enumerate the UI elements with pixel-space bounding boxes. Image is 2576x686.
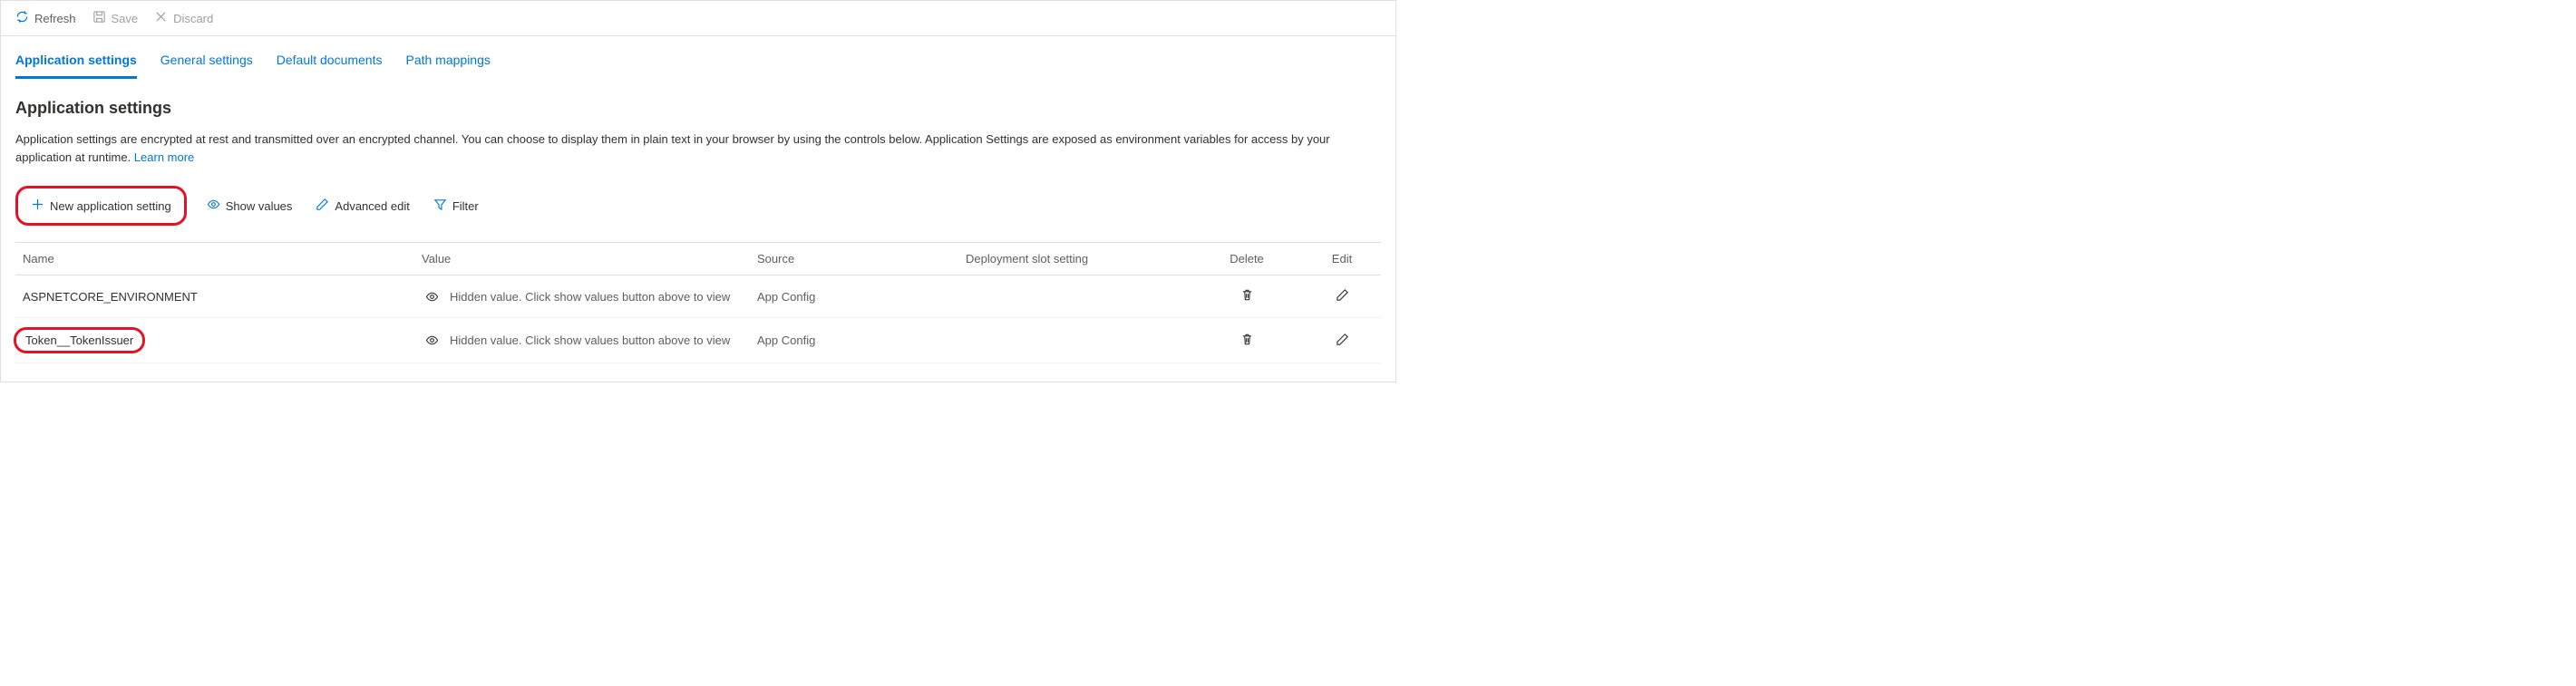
discard-button[interactable]: Discard: [154, 8, 213, 28]
new-setting-label: New application setting: [50, 199, 171, 213]
refresh-icon: [15, 10, 29, 26]
description-text: Application settings are encrypted at re…: [15, 130, 1381, 166]
new-application-setting-button[interactable]: New application setting: [27, 192, 175, 219]
edit-button[interactable]: [1332, 285, 1353, 308]
delete-button[interactable]: [1237, 329, 1258, 353]
col-slot: Deployment slot setting: [966, 252, 1192, 266]
close-icon: [154, 10, 168, 26]
discard-label: Discard: [173, 12, 213, 25]
delete-button[interactable]: [1237, 285, 1258, 308]
col-source: Source: [757, 252, 966, 266]
setting-name-link[interactable]: Token__TokenIssuer: [25, 333, 133, 347]
learn-more-link[interactable]: Learn more: [134, 150, 194, 164]
highlight-new-setting: New application setting: [15, 186, 187, 226]
tab-bar: Application settings General settings De…: [15, 49, 1381, 79]
plus-icon: [31, 198, 44, 214]
hidden-value-text: Hidden value. Click show values button a…: [450, 290, 730, 304]
col-edit: Edit: [1301, 252, 1383, 266]
col-name: Name: [23, 252, 422, 266]
show-values-label: Show values: [226, 199, 293, 213]
tab-application-settings[interactable]: Application settings: [15, 49, 137, 79]
advanced-edit-label: Advanced edit: [335, 199, 409, 213]
trash-icon: [1240, 333, 1254, 349]
tab-default-documents[interactable]: Default documents: [277, 49, 383, 79]
action-row: New application setting Show values Adva…: [15, 186, 1381, 226]
reveal-value-button[interactable]: [422, 286, 442, 307]
setting-name-link[interactable]: ASPNETCORE_ENVIRONMENT: [23, 290, 198, 304]
command-bar: Refresh Save Discard: [1, 1, 1395, 36]
reveal-value-button[interactable]: [422, 330, 442, 351]
save-button[interactable]: Save: [92, 8, 139, 28]
trash-icon: [1240, 288, 1254, 304]
source-cell: App Config: [757, 290, 966, 304]
page-title: Application settings: [15, 99, 1381, 118]
highlight-token-issuer: Token__TokenIssuer: [14, 327, 145, 353]
edit-button[interactable]: [1332, 329, 1353, 353]
show-values-button[interactable]: Show values: [203, 192, 296, 219]
refresh-label: Refresh: [34, 12, 76, 25]
col-value: Value: [422, 252, 757, 266]
save-label: Save: [112, 12, 139, 25]
pencil-icon: [316, 198, 329, 214]
filter-icon: [433, 198, 447, 214]
filter-button[interactable]: Filter: [430, 192, 482, 219]
pencil-icon: [1336, 333, 1349, 349]
tab-general-settings[interactable]: General settings: [160, 49, 253, 79]
refresh-button[interactable]: Refresh: [15, 8, 76, 28]
hidden-value-text: Hidden value. Click show values button a…: [450, 333, 730, 347]
filter-label: Filter: [452, 199, 479, 213]
settings-table: Name Value Source Deployment slot settin…: [15, 242, 1381, 363]
tab-path-mappings[interactable]: Path mappings: [405, 49, 490, 79]
table-row: Token__TokenIssuer Hidden value. Click s…: [15, 318, 1381, 363]
advanced-edit-button[interactable]: Advanced edit: [312, 192, 413, 219]
table-row: ASPNETCORE_ENVIRONMENT Hidden value. Cli…: [15, 275, 1381, 318]
pencil-icon: [1336, 288, 1349, 304]
source-cell: App Config: [757, 333, 966, 347]
eye-icon: [207, 198, 220, 214]
col-delete: Delete: [1192, 252, 1301, 266]
description-body: Application settings are encrypted at re…: [15, 132, 1330, 164]
table-header: Name Value Source Deployment slot settin…: [15, 242, 1381, 275]
save-icon: [92, 10, 106, 26]
